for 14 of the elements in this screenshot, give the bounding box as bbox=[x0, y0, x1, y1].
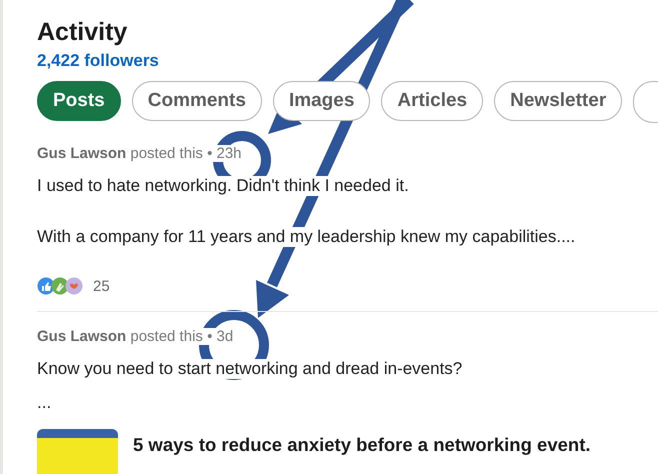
post-meta: Gus Lawson posted this • 23h bbox=[37, 145, 242, 162]
filter-pill[interactable]: Newsletter bbox=[494, 81, 622, 121]
post-text: I used to hate networking. Didn't think I needed it. bbox=[37, 176, 409, 196]
filter-pill[interactable]: Images bbox=[272, 81, 370, 121]
filter-pill[interactable]: Articles bbox=[381, 81, 484, 121]
post-text: Know you need to start networking and dread in-events? bbox=[37, 359, 462, 379]
filter-pill[interactable]: Posts bbox=[37, 81, 121, 121]
reaction-count: 25 bbox=[93, 278, 110, 294]
filter-pill[interactable]: Comments bbox=[132, 81, 262, 121]
post-text: With a company for 11 years and my leadership knew my capabilities.... bbox=[37, 227, 576, 247]
article-title[interactable]: 5 ways to reduce anxiety before a networking event. bbox=[133, 434, 591, 456]
section-title: Activity bbox=[37, 18, 128, 47]
post-meta: Gus Lawson posted this • 3d bbox=[37, 328, 234, 345]
followers-link[interactable]: 2,422 followers bbox=[37, 51, 658, 71]
